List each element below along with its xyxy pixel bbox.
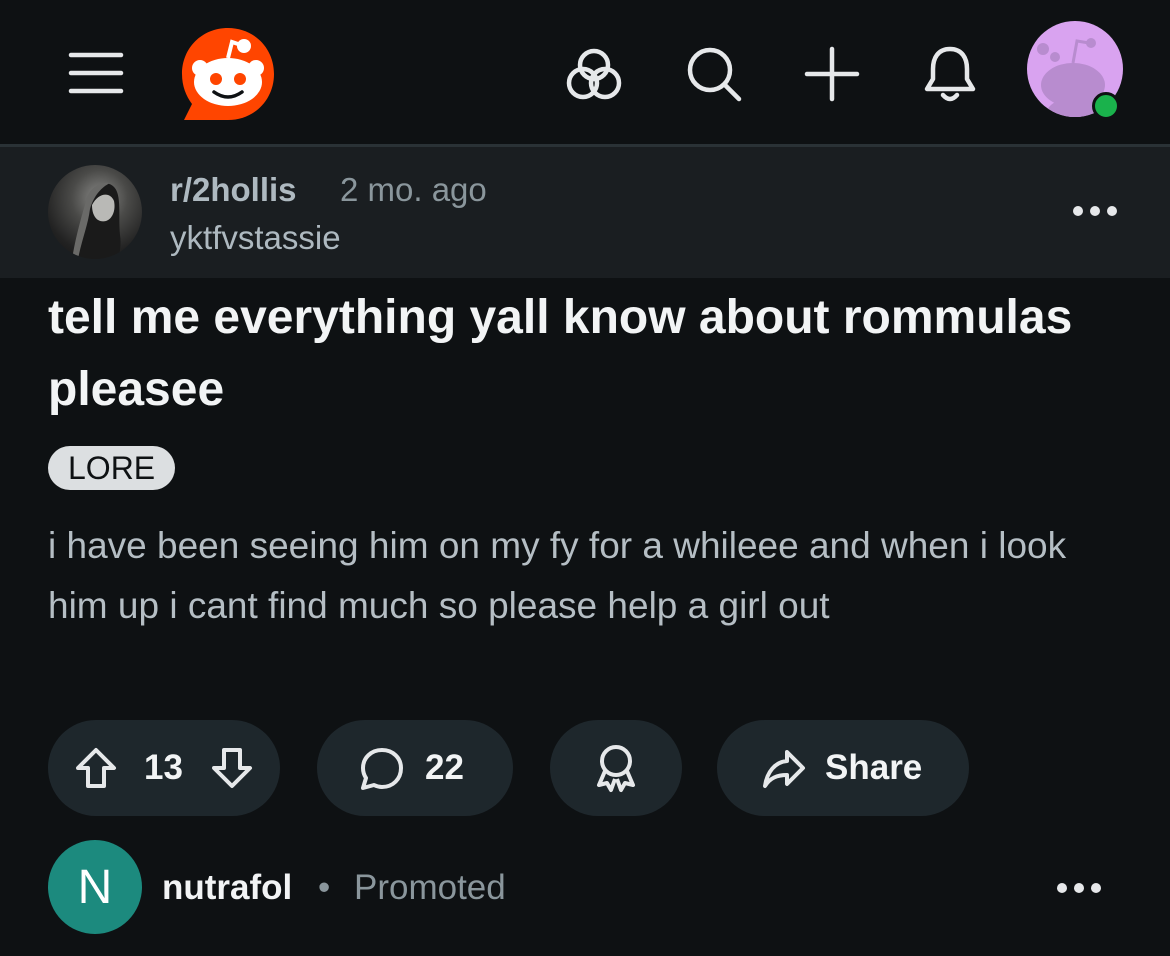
promoted-label: Promoted bbox=[354, 868, 506, 907]
subreddit-name[interactable]: r/2hollis bbox=[170, 171, 297, 209]
post-header: r/2hollis 2 mo. ago yktfvstassie bbox=[0, 147, 1170, 278]
share-icon bbox=[761, 748, 807, 790]
more-options-icon[interactable] bbox=[1070, 199, 1120, 223]
upvote-icon[interactable] bbox=[74, 746, 118, 790]
comment-icon bbox=[359, 746, 405, 792]
promo-more-options-icon[interactable] bbox=[1054, 876, 1104, 900]
share-label: Share bbox=[825, 748, 923, 787]
promoted-post-header: N nutrafol • Promoted bbox=[48, 840, 1128, 936]
menu-icon[interactable] bbox=[60, 42, 132, 104]
search-icon[interactable] bbox=[682, 42, 746, 106]
vote-control: 13 bbox=[48, 720, 280, 816]
comment-button[interactable]: 22 bbox=[317, 720, 513, 816]
post-title[interactable]: tell me everything yall know about rommu… bbox=[48, 282, 1128, 426]
award-icon bbox=[593, 743, 639, 793]
vote-count: 13 bbox=[144, 748, 183, 787]
subreddit-avatar[interactable] bbox=[48, 165, 142, 259]
bell-icon[interactable] bbox=[918, 42, 982, 106]
award-button[interactable] bbox=[550, 720, 682, 816]
top-navigation-bar bbox=[0, 0, 1170, 147]
post-body: i have been seeing him on my fy for a wh… bbox=[48, 525, 1067, 626]
explore-icon[interactable] bbox=[562, 42, 626, 106]
comment-count: 22 bbox=[425, 748, 464, 787]
post-timestamp: 2 mo. ago bbox=[340, 171, 487, 208]
advertiser-avatar[interactable]: N bbox=[48, 840, 142, 934]
advertiser-name[interactable]: nutrafol bbox=[162, 868, 292, 908]
plus-icon[interactable] bbox=[800, 42, 864, 106]
post-author[interactable]: yktfvstassie bbox=[170, 219, 341, 257]
downvote-icon[interactable] bbox=[210, 746, 254, 790]
post-flair[interactable]: LORE bbox=[48, 446, 176, 490]
share-button[interactable]: Share bbox=[717, 720, 969, 816]
online-status-indicator bbox=[1092, 92, 1120, 120]
separator-dot: • bbox=[318, 868, 331, 907]
reddit-logo-icon[interactable] bbox=[178, 24, 278, 124]
